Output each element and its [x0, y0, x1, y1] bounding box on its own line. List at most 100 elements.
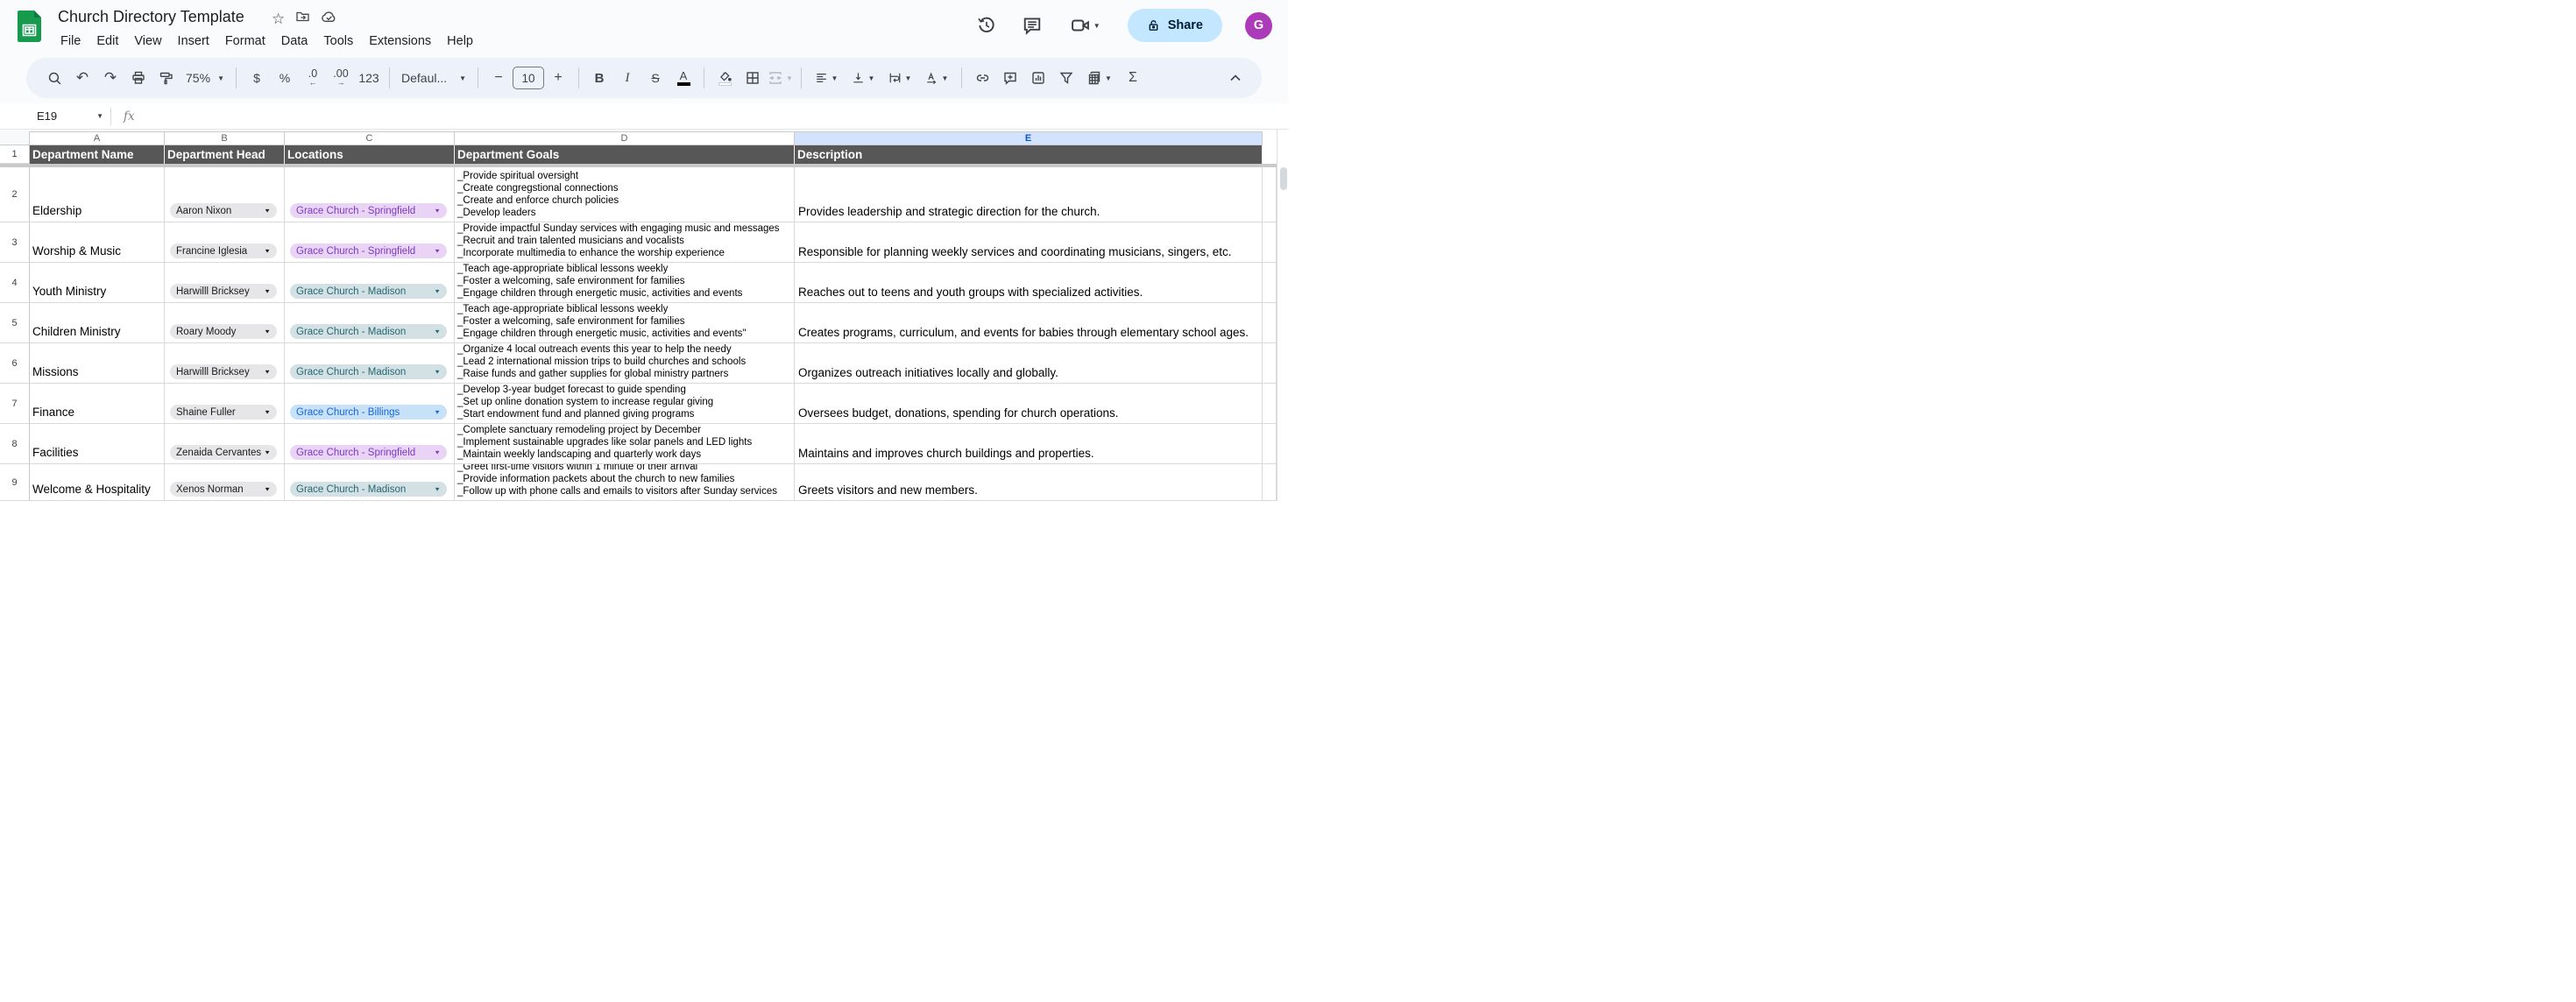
cell-department-name[interactable]: Youth Ministry [30, 263, 165, 303]
vertical-scrollbar[interactable] [1277, 130, 1288, 501]
cell-department-goals[interactable]: _Teach age-appropriate biblical lessons … [455, 303, 795, 343]
share-button[interactable]: Share [1128, 9, 1222, 42]
cell-department-name[interactable]: Missions [30, 343, 165, 384]
insert-comment-button[interactable] [996, 65, 1024, 91]
italic-button[interactable]: I [613, 65, 641, 91]
formula-input[interactable] [135, 103, 1288, 129]
cell-department-head[interactable]: Roary Moody▼ [165, 303, 285, 343]
font-size-input[interactable]: 10 [513, 67, 544, 89]
text-rotation-button[interactable]: ▼ [918, 65, 955, 91]
location-dropdown-chip[interactable]: Grace Church - Springfield▼ [290, 445, 447, 460]
cell-department-head[interactable]: Xenos Norman▼ [165, 464, 285, 501]
row-header-1[interactable]: 1 [0, 145, 30, 164]
row-header-9[interactable]: 9 [0, 464, 30, 501]
cloud-saved-icon[interactable] [321, 10, 337, 28]
location-dropdown-chip[interactable]: Grace Church - Springfield▼ [290, 243, 447, 258]
meet-dropdown-arrow[interactable]: ▼ [1093, 22, 1100, 30]
strikethrough-button[interactable]: S [641, 65, 669, 91]
cell-location[interactable]: Grace Church - Springfield▼ [285, 424, 455, 464]
cell-department-name[interactable]: Eldership [30, 167, 165, 222]
chip-dropdown-arrow[interactable]: ▼ [434, 288, 441, 294]
cell-empty-f[interactable] [1263, 303, 1277, 343]
department-head-dropdown-chip[interactable]: Roary Moody▼ [170, 324, 277, 339]
row-header-5[interactable]: 5 [0, 303, 30, 343]
cell-department-goals[interactable]: _Greet first-time visitors within 1 minu… [455, 464, 795, 501]
undo-button[interactable]: ↶ [68, 65, 96, 91]
cell-empty-f[interactable] [1263, 222, 1277, 263]
cell-location[interactable]: Grace Church - Madison▼ [285, 464, 455, 501]
cell-department-head[interactable]: Shaine Fuller▼ [165, 384, 285, 424]
cell-department-goals[interactable]: _Complete sanctuary remodeling project b… [455, 424, 795, 464]
chip-dropdown-arrow[interactable]: ▼ [264, 369, 271, 375]
header-cell-department-goals[interactable]: Department Goals [455, 145, 795, 164]
cell-empty-f[interactable] [1263, 343, 1277, 384]
cell-department-name[interactable]: Welcome & Hospitality [30, 464, 165, 501]
row-header-8[interactable]: 8 [0, 424, 30, 464]
chip-dropdown-arrow[interactable]: ▼ [434, 328, 441, 335]
text-wrap-button[interactable]: ▼ [881, 65, 918, 91]
scrollbar-thumb[interactable] [1280, 167, 1287, 190]
cell-empty-f[interactable] [1263, 424, 1277, 464]
collapse-toolbar-button[interactable] [1221, 65, 1249, 91]
vertical-align-button[interactable]: ▼ [845, 65, 881, 91]
borders-button[interactable] [739, 65, 767, 91]
column-header-a[interactable]: A [30, 131, 165, 145]
cell-department-head[interactable]: Aaron Nixon▼ [165, 167, 285, 222]
department-head-dropdown-chip[interactable]: Harwilll Bricksey▼ [170, 284, 277, 299]
insert-link-button[interactable] [968, 65, 996, 91]
location-dropdown-chip[interactable]: Grace Church - Madison▼ [290, 482, 447, 497]
cell-location[interactable]: Grace Church - Madison▼ [285, 303, 455, 343]
column-header-e-selected[interactable]: E [795, 131, 1263, 145]
cell-department-head[interactable]: Harwilll Bricksey▼ [165, 263, 285, 303]
print-button[interactable] [124, 65, 152, 91]
functions-button[interactable]: Σ [1119, 65, 1147, 91]
department-head-dropdown-chip[interactable]: Xenos Norman▼ [170, 482, 277, 497]
column-header-b[interactable]: B [165, 131, 285, 145]
name-box[interactable]: E19 ▼ [0, 109, 103, 123]
menu-file[interactable]: File [53, 32, 88, 51]
department-head-dropdown-chip[interactable]: Francine Iglesia▼ [170, 243, 277, 258]
chip-dropdown-arrow[interactable]: ▼ [434, 208, 441, 214]
department-head-dropdown-chip[interactable]: Aaron Nixon▼ [170, 203, 277, 218]
row-header-6[interactable]: 6 [0, 343, 30, 384]
location-dropdown-chip[interactable]: Grace Church - Billings▼ [290, 405, 447, 420]
chip-dropdown-arrow[interactable]: ▼ [264, 208, 271, 214]
insert-chart-button[interactable] [1024, 65, 1052, 91]
horizontal-align-button[interactable]: ▼ [808, 65, 845, 91]
redo-button[interactable]: ↷ [96, 65, 124, 91]
account-avatar[interactable]: G [1245, 12, 1272, 39]
chip-dropdown-arrow[interactable]: ▼ [434, 409, 441, 415]
bold-button[interactable]: B [585, 65, 613, 91]
document-title[interactable]: Church Directory Template [58, 8, 244, 26]
column-header-c[interactable]: C [285, 131, 455, 145]
cell-location[interactable]: Grace Church - Madison▼ [285, 343, 455, 384]
menu-edit[interactable]: Edit [88, 32, 126, 51]
header-cell-description[interactable]: Description [795, 145, 1263, 164]
cell-empty-f[interactable] [1263, 384, 1277, 424]
location-dropdown-chip[interactable]: Grace Church - Madison▼ [290, 284, 447, 299]
cell-department-goals[interactable]: _Provide spiritual oversight_Create cong… [455, 167, 795, 222]
menu-tools[interactable]: Tools [315, 32, 361, 51]
header-cell-department-head[interactable]: Department Head [165, 145, 285, 164]
cell-department-goals[interactable]: _Develop 3-year budget forecast to guide… [455, 384, 795, 424]
meet-camera-icon[interactable]: ▼ [1066, 14, 1105, 37]
chip-dropdown-arrow[interactable]: ▼ [264, 449, 271, 455]
chip-dropdown-arrow[interactable]: ▼ [434, 248, 441, 254]
table-views-button[interactable]: ▼ [1080, 65, 1119, 91]
chip-dropdown-arrow[interactable]: ▼ [434, 486, 441, 492]
cell-description[interactable]: Creates programs, curriculum, and events… [795, 303, 1263, 343]
cell-department-goals[interactable]: _Provide impactful Sunday services with … [455, 222, 795, 263]
cell-empty-f[interactable] [1263, 263, 1277, 303]
location-dropdown-chip[interactable]: Grace Church - Springfield▼ [290, 203, 447, 218]
row-header-2[interactable]: 2 [0, 167, 30, 222]
menu-extensions[interactable]: Extensions [361, 32, 439, 51]
chip-dropdown-arrow[interactable]: ▼ [434, 449, 441, 455]
chip-dropdown-arrow[interactable]: ▼ [264, 486, 271, 492]
cell-department-goals[interactable]: _Organize 4 local outreach events this y… [455, 343, 795, 384]
chip-dropdown-arrow[interactable]: ▼ [264, 288, 271, 294]
department-head-dropdown-chip[interactable]: Harwilll Bricksey▼ [170, 364, 277, 379]
comment-history-icon[interactable] [1021, 14, 1044, 37]
cell-location[interactable]: Grace Church - Madison▼ [285, 263, 455, 303]
paint-format-button[interactable] [152, 65, 180, 91]
chip-dropdown-arrow[interactable]: ▼ [264, 409, 271, 415]
